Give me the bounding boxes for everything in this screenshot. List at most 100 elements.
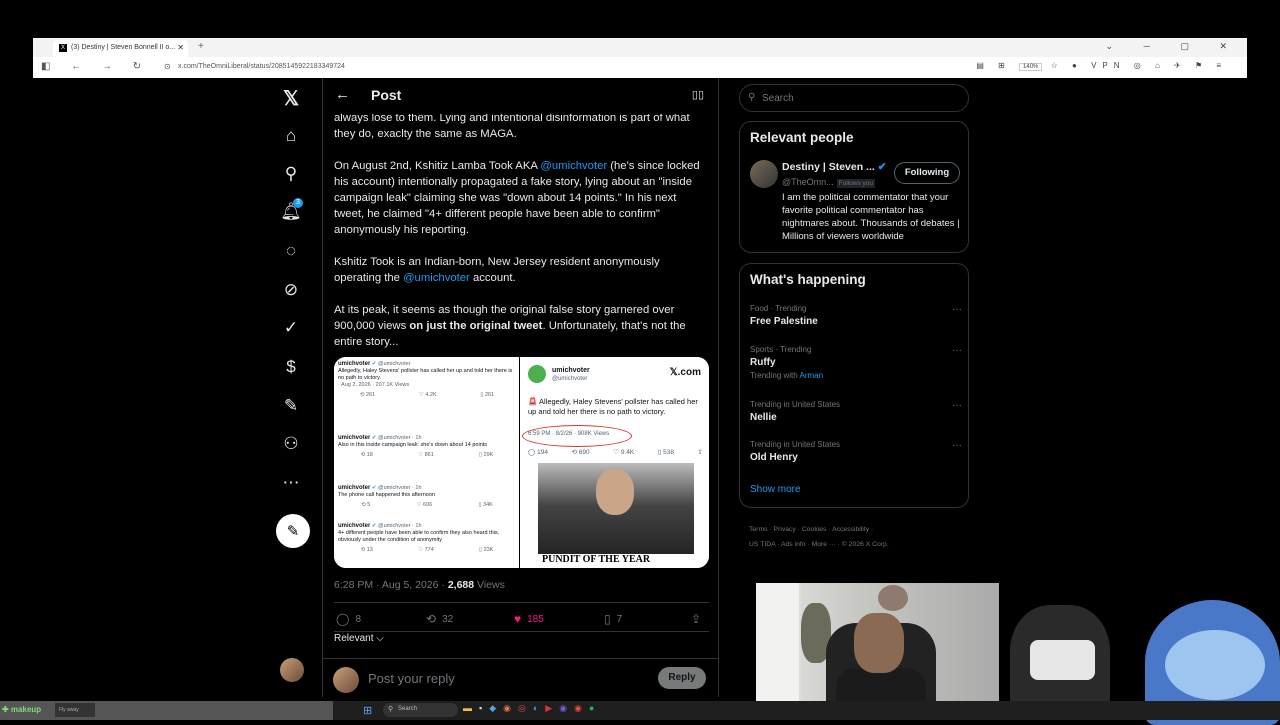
tweet-body: Also in this inside campaign leak: she's… <box>338 442 488 448</box>
trend-item[interactable]: Food · Trending Free Palestine ··· <box>750 304 962 327</box>
verified-orgs-icon[interactable]: ✓ <box>273 310 309 346</box>
footer-links[interactable]: Terms · Privacy · Cookies · Accessibilit… <box>749 522 969 552</box>
trend-category: Sports · Trending <box>750 345 812 354</box>
like-button[interactable]: ♥ 185 <box>514 612 544 626</box>
tweet-text: 🚨 Allegedly, Haley Stevens' pollster has… <box>528 397 698 416</box>
site-info-icon[interactable]: ⊙ <box>164 62 171 71</box>
search-input[interactable]: ⚲ Search <box>739 84 969 112</box>
search-icon: ⚲ <box>748 92 756 103</box>
tweet-name: umichvoter <box>338 435 371 441</box>
notification-badge: 3 <box>293 198 303 208</box>
post-text: always lose to them. Lying and intention… <box>334 110 709 366</box>
share-icon: ⇪ <box>697 449 703 456</box>
destiny-avatar[interactable] <box>750 160 778 188</box>
trend-name: Nellie <box>750 412 777 423</box>
following-button[interactable]: Following <box>894 162 960 184</box>
tweet-name: umichvoter <box>338 523 371 529</box>
tweet-meta: 6:59 PM · 8/2/26 · 908K Views <box>528 431 610 437</box>
trend-item[interactable]: Trending in United States Nellie ··· <box>750 400 962 423</box>
profile-bio: I am the political commentator that your… <box>782 192 960 242</box>
taskbar-apps[interactable]: ▬▪◆◉◎◐▶◉◉● <box>463 703 601 714</box>
tweet-author-handle: @umichvoter <box>552 376 588 382</box>
profile-icon[interactable]: ⚇ <box>273 426 309 462</box>
umichvoter-avatar <box>528 365 546 383</box>
reply-icon: ◯ <box>336 612 350 626</box>
trend-name: Ruffy <box>750 357 776 368</box>
chat-strip <box>0 701 333 720</box>
tweet-handle: @umichvoter · 1h <box>378 485 422 491</box>
post-text-run: always lose to them. Lying and intention… <box>334 112 690 140</box>
bookmark-button[interactable]: ▯ 7 <box>604 612 622 626</box>
tab-bar: X (3) Destiny | Steven Bonnell II o... ✕… <box>33 38 1247 57</box>
account-avatar[interactable] <box>280 658 304 682</box>
trend-name: Old Henry <box>750 452 798 463</box>
taskbar-search[interactable]: ⚲ Search <box>383 703 458 717</box>
post-timestamp[interactable]: 6:28 PM · Aug 5, 2026 · <box>334 579 448 591</box>
tweet-name: umichvoter <box>338 361 371 367</box>
mention-link[interactable]: @umichvoter <box>540 160 607 172</box>
back-arrow-icon[interactable]: ← <box>335 86 350 103</box>
more-icon[interactable]: ⋯ <box>273 465 309 501</box>
post-actions: ◯ 8 ⟲ 32 ♥ 185 ▯ 7 ⇪ <box>334 602 709 632</box>
repost-button[interactable]: ⟲ 32 <box>426 612 453 626</box>
post-paragraph: On August 2nd, Kshitiz Lamba Took AKA @u… <box>334 158 709 238</box>
bookmark-icon: ▯ <box>604 612 611 626</box>
tweet-body: The phone call happened this afternoon <box>338 492 435 498</box>
nav-buttons[interactable]: ◧ ← → ↻ <box>41 61 150 72</box>
trend-category: Food · Trending <box>750 304 807 313</box>
window-controls[interactable]: ⌄ ─ ▢ ✕ <box>1106 41 1241 52</box>
repost-count: ⟲ 690 <box>571 449 590 456</box>
compose-post-button[interactable]: ✎ <box>276 514 310 548</box>
trend-item[interactable]: Sports · Trending Ruffy Trending with Arma… <box>750 345 962 380</box>
post-text-run: On August 2nd, Kshitiz Lamba Took AKA <box>334 160 541 172</box>
windows-start-icon[interactable]: ⊞ <box>363 704 372 717</box>
post-text-run: account. <box>469 272 516 284</box>
post-paragraph: At its peak, it seems as though the orig… <box>334 302 709 350</box>
whats-happening-title: What's happening <box>750 272 866 287</box>
reader-mode-icon[interactable]: ▯▯ <box>692 88 704 101</box>
share-button[interactable]: ⇪ <box>691 612 701 626</box>
tweet-name: umichvoter <box>338 485 371 491</box>
more-options-icon: ··· <box>952 304 962 315</box>
share-icon: ⇪ <box>691 612 702 626</box>
post-column: ← Post ▯▯ always lose to them. Lying and… <box>322 78 719 697</box>
grok-icon[interactable]: ⊘ <box>273 272 309 308</box>
vpn-label[interactable]: VPN <box>1091 61 1125 70</box>
reply-input[interactable]: Post your reply <box>368 671 455 686</box>
reply-sort-dropdown[interactable]: Relevant ⌵ <box>334 633 384 644</box>
post-meta: 6:28 PM · Aug 5, 2026 · 2,688 Views <box>334 579 505 591</box>
more-options-icon: ··· <box>952 440 962 451</box>
reply-button[interactable]: ◯ 8 <box>336 612 361 626</box>
show-more-link[interactable]: Show more <box>750 484 801 495</box>
zoom-level[interactable]: 140% <box>1019 63 1043 71</box>
url-field[interactable]: ⊙ x.com/TheOmniLiberal/status/2085145922… <box>158 60 1058 75</box>
messages-icon[interactable]: ◌ <box>273 233 309 269</box>
close-tab-icon[interactable]: ✕ <box>177 43 184 52</box>
reply-submit-button[interactable]: Reply <box>658 667 706 689</box>
monetization-icon[interactable]: $ <box>273 349 309 385</box>
notifications-icon[interactable]: 🔔︎ 3 <box>273 194 309 230</box>
tweet-acts: ⟲ 5 ♡ 606 ▯ 34K <box>361 502 493 508</box>
home-icon[interactable]: ⌂ <box>273 118 309 154</box>
address-bar-row: ◧ ← → ↻ ⊙ x.com/TheOmniLiberal/status/20… <box>33 57 1247 78</box>
views-count: 2,688 <box>447 579 475 591</box>
pundit-photo: PUNDIT OF THE YEAR <box>538 463 694 568</box>
explore-search-icon[interactable]: ⚲ <box>273 156 309 192</box>
face-shape <box>596 469 634 515</box>
tweet-handle: @umichvoter · 1h <box>378 435 422 441</box>
webcam-overlay <box>756 583 999 720</box>
drafts-icon[interactable]: ✎ <box>273 388 309 424</box>
post-media[interactable]: umichvoter ✔ @umichvoter Allegedly, Hale… <box>334 357 709 568</box>
tweet-actions: ◯ 194 ⟲ 690 ♡ 9.4K ▯ 538 ⇪ <box>528 448 703 456</box>
trend-item[interactable]: Trending in United States Old Henry ··· <box>750 440 962 463</box>
screenshot-right: umichvoter @umichvoter 𝕏.com 🚨 Allegedly… <box>522 357 709 568</box>
new-tab-icon[interactable]: + <box>198 41 204 52</box>
search-placeholder: Search <box>762 93 794 104</box>
embedded-tweet: umichvoter ✔ @umichvoter · 1h The phone … <box>334 485 520 509</box>
mention-link[interactable]: @umichvoter <box>403 272 470 284</box>
post-header: ← Post ▯▯ <box>323 78 718 114</box>
profile-name[interactable]: Destiny | Steven ... ✔ <box>782 161 887 173</box>
x-logo-icon[interactable]: 𝕏 <box>273 80 309 116</box>
browser-tab[interactable]: X (3) Destiny | Steven Bonnell II o... ✕ <box>53 40 188 57</box>
toolbar-icons[interactable]: ▤ ⊞ 140% ☆ ● VPN ◎ ⌂ ✈ ⚑ ≡ <box>976 61 1227 71</box>
